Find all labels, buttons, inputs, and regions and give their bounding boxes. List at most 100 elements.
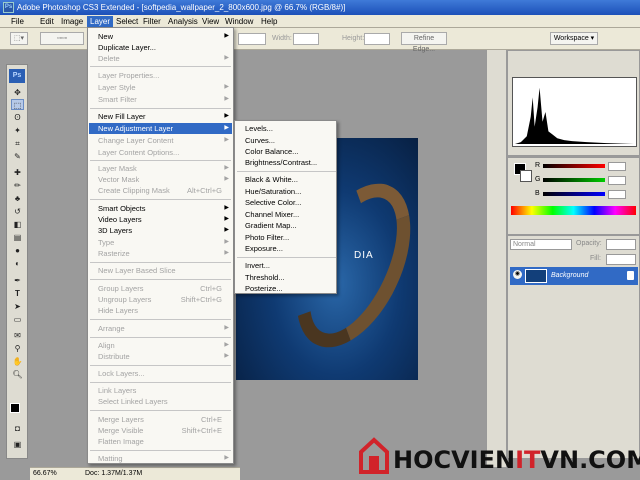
submenu-item-exposure[interactable]: Exposure...: [236, 243, 335, 254]
red-value-input[interactable]: [608, 162, 626, 171]
screen-mode-icon[interactable]: ▣: [11, 439, 24, 450]
blend-mode-select[interactable]: Normal: [510, 239, 572, 250]
menu-item-create-clipping-mask[interactable]: Create Clipping Mask Alt+Ctrl+G: [89, 185, 232, 196]
gradient-tool-icon[interactable]: ▤: [11, 232, 24, 243]
submenu-item-invert[interactable]: Invert...: [236, 260, 335, 271]
menu-item-video-layers[interactable]: Video Layers ▶: [89, 214, 232, 225]
menu-item-flatten-image[interactable]: Flatten Image: [89, 436, 232, 447]
crop-tool-icon[interactable]: ⌗: [11, 138, 24, 149]
menu-item-layer-properties[interactable]: Layer Properties...: [89, 70, 232, 81]
path-selection-icon[interactable]: ➤: [11, 301, 24, 312]
panel-background-swatch[interactable]: [520, 170, 532, 182]
menu-analysis[interactable]: Analysis: [165, 16, 201, 27]
menu-select[interactable]: Select: [113, 16, 141, 27]
menu-item-matting[interactable]: Matting ▶: [89, 453, 232, 464]
menu-item-layer-style[interactable]: Layer Style ▶: [89, 82, 232, 93]
width-input[interactable]: [293, 33, 319, 45]
menu-help[interactable]: Help: [258, 16, 280, 27]
menu-item-type[interactable]: Type ▶: [89, 237, 232, 248]
menu-item-smart-objects[interactable]: Smart Objects ▶: [89, 203, 232, 214]
magic-wand-icon[interactable]: ✦: [11, 125, 24, 136]
submenu-item-posterize[interactable]: Posterize...: [236, 283, 335, 294]
menu-filter[interactable]: Filter: [140, 16, 164, 27]
visibility-eye-icon[interactable]: ◉: [513, 270, 522, 279]
submenu-item-threshold[interactable]: Threshold...: [236, 272, 335, 283]
height-input[interactable]: [364, 33, 390, 45]
menu-file[interactable]: File: [8, 16, 27, 27]
eraser-tool-icon[interactable]: ◧: [11, 219, 24, 230]
green-value-input[interactable]: [608, 176, 626, 185]
marquee-tool-icon[interactable]: ⬚: [11, 99, 24, 110]
menu-item-new-layer-based-slice[interactable]: New Layer Based Slice: [89, 265, 232, 276]
quick-mask-icon[interactable]: ◘: [11, 423, 24, 434]
menu-item-delete[interactable]: Delete ▶: [89, 53, 232, 64]
notes-tool-icon[interactable]: ✉: [11, 330, 24, 341]
hand-tool-icon[interactable]: ✋: [11, 356, 24, 367]
menu-view[interactable]: View: [199, 16, 222, 27]
menu-item-change-layer-content[interactable]: Change Layer Content ▶: [89, 135, 232, 146]
clone-stamp-icon[interactable]: ♣: [11, 193, 24, 204]
submenu-item-black-white[interactable]: Black & White...: [236, 174, 335, 185]
menu-item-ungroup-layers[interactable]: Ungroup Layers Shift+Ctrl+G: [89, 294, 232, 305]
menu-item-layer-mask[interactable]: Layer Mask ▶: [89, 163, 232, 174]
pen-tool-icon[interactable]: ✒: [11, 275, 24, 286]
menu-item-merge-visible[interactable]: Merge Visible Shift+Ctrl+E: [89, 425, 232, 436]
blue-value-input[interactable]: [608, 190, 626, 199]
menu-item-select-linked-layers[interactable]: Select Linked Layers: [89, 396, 232, 407]
submenu-item-hue-saturation[interactable]: Hue/Saturation...: [236, 186, 335, 197]
menu-item-lock-layers[interactable]: Lock Layers...: [89, 368, 232, 379]
menu-item-align[interactable]: Align ▶: [89, 340, 232, 351]
menu-item-3d-layers[interactable]: 3D Layers ▶: [89, 225, 232, 236]
zoom-level[interactable]: 66.67%: [33, 470, 57, 477]
menu-layer[interactable]: Layer: [87, 16, 114, 27]
history-brush-icon[interactable]: ↺: [11, 206, 24, 217]
menu-item-new[interactable]: New ▶: [89, 31, 232, 42]
workspace-button[interactable]: Workspace ▾: [550, 32, 598, 45]
slice-tool-icon[interactable]: ✎: [11, 151, 24, 162]
menu-window[interactable]: Window: [222, 16, 256, 27]
menu-item-smart-filter[interactable]: Smart Filter ▶: [89, 94, 232, 105]
menu-item-link-layers[interactable]: Link Layers: [89, 385, 232, 396]
menu-image[interactable]: Image: [58, 16, 86, 27]
tool-preset-picker[interactable]: ⬚▾: [10, 32, 28, 45]
lasso-tool-icon[interactable]: ʘ: [11, 112, 24, 123]
type-tool-icon[interactable]: T: [11, 288, 24, 299]
menu-item-rasterize[interactable]: Rasterize ▶: [89, 248, 232, 259]
fill-input[interactable]: [606, 254, 636, 265]
menu-item-vector-mask[interactable]: Vector Mask ▶: [89, 174, 232, 185]
menu-item-merge-layers[interactable]: Merge Layers Ctrl+E: [89, 414, 232, 425]
menu-item-new-adjustment-layer[interactable]: New Adjustment Layer ▶: [89, 123, 232, 134]
menu-item-distribute[interactable]: Distribute ▶: [89, 351, 232, 362]
blur-tool-icon[interactable]: ●: [11, 245, 24, 256]
dodge-tool-icon[interactable]: ◐: [11, 258, 24, 269]
brush-tool-icon[interactable]: ✏: [11, 180, 24, 191]
foreground-color-swatch[interactable]: [10, 403, 20, 413]
green-slider[interactable]: [543, 178, 605, 182]
layer-row-background[interactable]: ◉ Background: [510, 267, 638, 285]
menu-edit[interactable]: Edit: [37, 16, 57, 27]
menu-item-arrange[interactable]: Arrange ▶: [89, 323, 232, 334]
style-select[interactable]: [238, 33, 266, 45]
menu-item-group-layers[interactable]: Group Layers Ctrl+G: [89, 283, 232, 294]
submenu-item-curves[interactable]: Curves...: [236, 135, 335, 146]
move-tool-icon[interactable]: ✥: [11, 87, 24, 98]
menu-item-new-fill-layer[interactable]: New Fill Layer ▶: [89, 111, 232, 122]
healing-brush-icon[interactable]: ✚: [11, 167, 24, 178]
refine-edge-button[interactable]: Refine Edge...: [401, 32, 447, 53]
menu-item-hide-layers[interactable]: Hide Layers: [89, 305, 232, 316]
red-slider[interactable]: [543, 164, 605, 168]
selection-mode-buttons[interactable]: ▫▫▫▫: [40, 32, 84, 45]
eyedropper-icon[interactable]: ⚲: [11, 343, 24, 354]
menu-item-layer-content-options[interactable]: Layer Content Options...: [89, 147, 232, 158]
blue-slider[interactable]: [543, 192, 605, 196]
submenu-item-color-balance[interactable]: Color Balance...: [236, 146, 335, 157]
submenu-item-levels[interactable]: Levels...: [236, 123, 335, 134]
submenu-item-channel-mixer[interactable]: Channel Mixer...: [236, 209, 335, 220]
color-spectrum-bar[interactable]: [511, 206, 636, 215]
submenu-item-brightness-contrast[interactable]: Brightness/Contrast...: [236, 157, 335, 168]
submenu-item-photo-filter[interactable]: Photo Filter...: [236, 232, 335, 243]
menu-item-duplicate-layer[interactable]: Duplicate Layer...: [89, 42, 232, 53]
shape-tool-icon[interactable]: ▭: [11, 314, 24, 325]
opacity-input[interactable]: [606, 239, 636, 250]
submenu-item-gradient-map[interactable]: Gradient Map...: [236, 220, 335, 231]
